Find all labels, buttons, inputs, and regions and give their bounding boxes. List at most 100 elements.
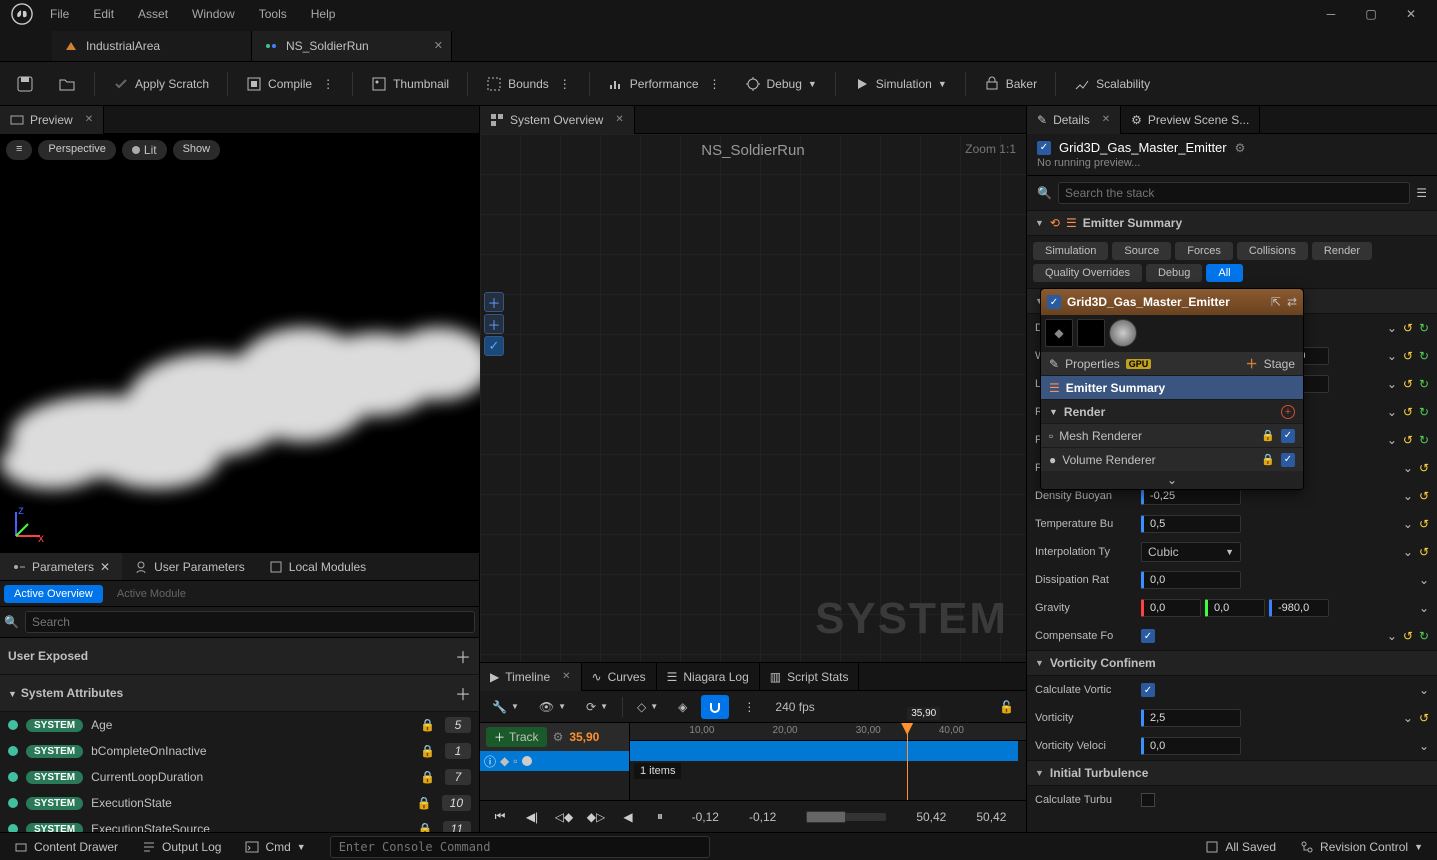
- apply-scratch-button[interactable]: Apply Scratch: [103, 68, 219, 100]
- add-icon[interactable]: +: [1281, 405, 1295, 419]
- reset-icon[interactable]: ↺: [1403, 433, 1413, 447]
- chevron-down-icon[interactable]: ⌄: [1403, 545, 1413, 559]
- revert-icon[interactable]: ↻: [1419, 405, 1429, 419]
- emitter-thumb[interactable]: [1077, 319, 1105, 347]
- emitter-summary-row[interactable]: ☰ Emitter Summary: [1041, 375, 1303, 399]
- chevron-down-icon[interactable]: ⌄: [1387, 377, 1397, 391]
- perspective-dropdown[interactable]: Perspective: [38, 140, 115, 160]
- chevron-down-icon[interactable]: ⌄: [1387, 321, 1397, 335]
- gear-icon[interactable]: ⚙: [1235, 141, 1246, 155]
- turbulence-section[interactable]: ▼ Initial Turbulence: [1027, 760, 1437, 786]
- render-section[interactable]: ▼ Render +: [1041, 399, 1303, 423]
- mesh-renderer-row[interactable]: ▫ Mesh Renderer 🔒✓: [1041, 423, 1303, 447]
- user-parameters-tab[interactable]: User Parameters: [122, 553, 257, 580]
- wrench-dropdown[interactable]: 🔧▼: [486, 696, 525, 718]
- active-overview-button[interactable]: Active Overview: [4, 585, 103, 603]
- chevron-down-icon[interactable]: ⌄: [1387, 349, 1397, 363]
- renderer-checkbox[interactable]: ✓: [1281, 453, 1295, 467]
- chevron-down-icon[interactable]: ⌄: [1403, 489, 1413, 503]
- lit-dropdown[interactable]: Lit: [122, 140, 167, 160]
- show-dropdown[interactable]: Show: [173, 140, 221, 160]
- simulation-button[interactable]: Simulation ▼: [844, 68, 957, 100]
- preview-scene-tab[interactable]: ⚙ Preview Scene S...: [1121, 106, 1260, 134]
- reset-icon[interactable]: ⟲: [1050, 216, 1060, 230]
- key-dropdown[interactable]: ◇▼: [631, 696, 664, 718]
- chevron-down-icon[interactable]: ⌄: [1403, 517, 1413, 531]
- play-reverse-button[interactable]: ◀: [618, 810, 638, 824]
- add-stage-icon[interactable]: ＋: [1246, 355, 1258, 372]
- file-tab-soldier[interactable]: NS_SoldierRun ✕: [252, 31, 452, 61]
- playhead[interactable]: 35,90: [907, 723, 908, 800]
- scalability-button[interactable]: Scalability: [1064, 68, 1160, 100]
- reset-icon[interactable]: ↺: [1419, 517, 1429, 531]
- filter-quality-overrides[interactable]: Quality Overrides: [1033, 264, 1142, 282]
- add-track-button[interactable]: ＋Track: [486, 727, 547, 747]
- add-icon[interactable]: ＋: [455, 644, 471, 668]
- parameters-tab[interactable]: Parameters ✕: [0, 553, 122, 580]
- add-icon[interactable]: ＋: [455, 681, 471, 705]
- chevron-down-icon[interactable]: ⌄: [1387, 433, 1397, 447]
- filter-collisions[interactable]: Collisions: [1237, 242, 1308, 260]
- system-attr-row[interactable]: SYSTEM ExecutionStateSource 🔒11: [0, 816, 479, 832]
- browse-button[interactable]: [48, 68, 86, 100]
- curves-tab[interactable]: ∿ Curves: [582, 663, 657, 691]
- revert-icon[interactable]: ↻: [1419, 377, 1429, 391]
- emitter-thumb[interactable]: ◆: [1045, 319, 1073, 347]
- reset-icon[interactable]: ↺: [1419, 489, 1429, 503]
- unlock-icon[interactable]: 🔓: [993, 696, 1020, 718]
- filter-source[interactable]: Source: [1112, 242, 1171, 260]
- user-exposed-header[interactable]: User Exposed ＋: [0, 638, 479, 675]
- close-button[interactable]: ✕: [1391, 0, 1431, 28]
- reset-icon[interactable]: ↺: [1419, 545, 1429, 559]
- niagara-log-tab[interactable]: ☰ Niagara Log: [657, 663, 760, 691]
- expand-node-button[interactable]: ⌄: [1041, 471, 1303, 489]
- key-button[interactable]: ◈: [672, 696, 693, 718]
- emitter-node[interactable]: ✓ Grid3D_Gas_Master_Emitter ⇱ ⇄ ◆ ✎ Prop…: [1040, 288, 1304, 490]
- preview-tab[interactable]: Preview ✕: [0, 106, 104, 134]
- debug-button[interactable]: Debug ▼: [735, 68, 827, 100]
- system-attributes-header[interactable]: ▼System Attributes ＋: [0, 675, 479, 712]
- file-tab-industrial[interactable]: IndustrialArea: [52, 31, 252, 61]
- output-log-button[interactable]: Output Log: [134, 836, 229, 858]
- value-input[interactable]: [1141, 709, 1241, 727]
- params-search-input[interactable]: [25, 611, 475, 633]
- performance-button[interactable]: Performance ⋮: [598, 68, 731, 100]
- timeline-track[interactable]: [630, 741, 1018, 761]
- checkbox[interactable]: ✓: [1141, 683, 1155, 697]
- check-tool-icon[interactable]: ✓: [484, 336, 504, 356]
- z-input[interactable]: [1269, 599, 1329, 617]
- popout-icon[interactable]: ⇱: [1271, 295, 1281, 309]
- menu-help[interactable]: Help: [299, 3, 348, 25]
- chevron-down-icon[interactable]: ⌄: [1419, 683, 1429, 697]
- checkbox[interactable]: [1141, 793, 1155, 807]
- volume-renderer-row[interactable]: ● Volume Renderer 🔒✓: [1041, 447, 1303, 471]
- emitter-checkbox[interactable]: ✓: [1037, 141, 1051, 155]
- checkbox[interactable]: ✓: [1141, 629, 1155, 643]
- chevron-down-icon[interactable]: ⌄: [1403, 711, 1413, 725]
- chevron-down-icon[interactable]: ⌄: [1387, 629, 1397, 643]
- chevron-down-icon[interactable]: ⌄: [1419, 573, 1429, 587]
- filter-render[interactable]: Render: [1312, 242, 1372, 260]
- close-tab-icon[interactable]: ✕: [434, 39, 443, 52]
- emitter-summary-section[interactable]: ▼ ⟲ ☰ Emitter Summary: [1027, 210, 1437, 236]
- content-drawer-button[interactable]: Content Drawer: [6, 836, 126, 858]
- save-button[interactable]: [6, 68, 44, 100]
- add-tool-icon[interactable]: ＋: [484, 314, 504, 334]
- chevron-down-icon[interactable]: ⌄: [1419, 739, 1429, 753]
- reset-icon[interactable]: ↺: [1419, 711, 1429, 725]
- loop-dropdown[interactable]: ⟳▼: [580, 696, 614, 718]
- menu-window[interactable]: Window: [180, 3, 247, 25]
- compile-button[interactable]: Compile ⋮: [236, 68, 344, 100]
- bounds-button[interactable]: Bounds ⋮: [476, 68, 581, 100]
- filter-icon[interactable]: ☰: [1416, 186, 1427, 200]
- filter-forces[interactable]: Forces: [1175, 242, 1233, 260]
- revert-icon[interactable]: ↻: [1419, 321, 1429, 335]
- vorticity-section[interactable]: ▼ Vorticity Confinem: [1027, 650, 1437, 676]
- chevron-down-icon[interactable]: ⌄: [1403, 461, 1413, 475]
- reset-icon[interactable]: ↺: [1403, 321, 1413, 335]
- filter-simulation[interactable]: Simulation: [1033, 242, 1108, 260]
- script-stats-tab[interactable]: ▥ Script Stats: [760, 663, 860, 691]
- filter-debug[interactable]: Debug: [1146, 264, 1202, 282]
- shuffle-icon[interactable]: ⇄: [1287, 295, 1297, 309]
- close-icon[interactable]: ✕: [100, 560, 110, 574]
